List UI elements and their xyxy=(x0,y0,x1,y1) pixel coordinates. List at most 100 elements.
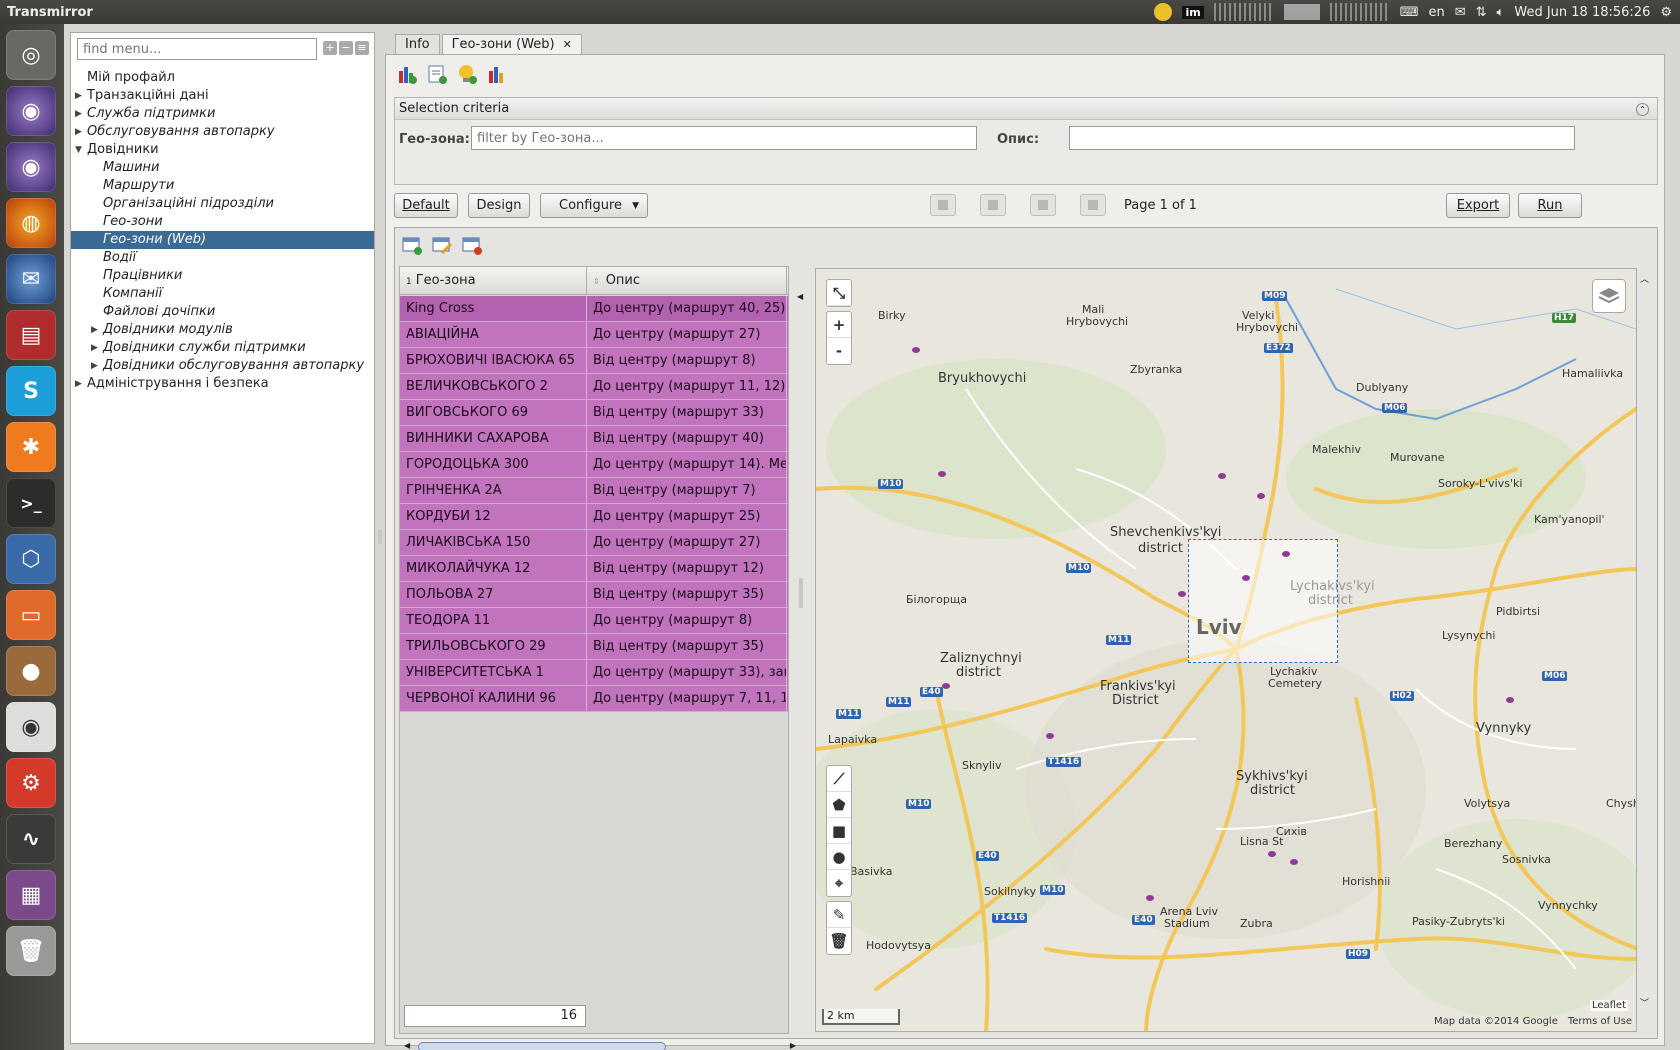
geozone-marker[interactable] xyxy=(1268,851,1276,857)
skype-icon[interactable]: S xyxy=(6,366,56,416)
collapsed-arrow-icon[interactable]: ▶ xyxy=(91,339,98,357)
workspaces-icon[interactable]: ▦ xyxy=(6,870,56,920)
edit-layers-icon[interactable]: ✎ xyxy=(827,902,851,928)
geozone-marker[interactable] xyxy=(1046,733,1054,739)
next-page-button[interactable] xyxy=(1030,194,1056,216)
last-page-button[interactable] xyxy=(1080,194,1106,216)
menu-item[interactable]: ▶ Транзакційні дані xyxy=(71,87,374,105)
menu-item[interactable]: ▶ Служба підтримки xyxy=(71,105,374,123)
acorn-icon[interactable]: ● xyxy=(6,646,56,696)
volume-icon[interactable]: 🔈︎ xyxy=(1497,5,1505,20)
marker-icon[interactable]: ⌖ xyxy=(827,870,851,896)
menu-item[interactable]: ▶ Довідники служби підтримки xyxy=(71,339,374,357)
menu-item[interactable]: Маршрути xyxy=(71,177,374,195)
asterisk-icon[interactable]: ✱ xyxy=(6,422,56,472)
menu-item[interactable]: Гео-зони xyxy=(71,213,374,231)
presentation-icon[interactable]: ▤ xyxy=(6,310,56,360)
geozone-marker[interactable] xyxy=(942,683,950,689)
collapsed-arrow-icon[interactable]: ▶ xyxy=(75,87,82,105)
mail-icon[interactable]: ✉ xyxy=(1455,5,1466,20)
settings-icon[interactable]: ⚙ xyxy=(6,758,56,808)
fullscreen-control[interactable]: ⤡ xyxy=(826,279,852,307)
geozone-marker[interactable] xyxy=(1506,697,1514,703)
menu-item[interactable]: Гео-зони (Web) xyxy=(71,231,374,249)
eclipse-icon[interactable]: ◉ xyxy=(6,142,56,192)
collapsed-arrow-icon[interactable]: ▶ xyxy=(75,123,82,141)
tab-info[interactable]: Info xyxy=(395,34,440,54)
rectangle-icon[interactable]: ■ xyxy=(827,818,851,844)
geozone-marker[interactable] xyxy=(1290,859,1298,865)
expand-all-button[interactable]: + xyxy=(323,41,337,55)
layers-icon[interactable] xyxy=(1592,279,1626,313)
table-row[interactable]: УНІВЕРСИТЕТСЬКА 1 До центру (маршрут 33),… xyxy=(400,660,788,686)
run-button[interactable]: Run xyxy=(1518,193,1582,218)
table-row[interactable]: БРЮХОВИЧІ ІВАСЮКА 65 Від центру (маршрут … xyxy=(400,348,788,374)
delete-row-icon[interactable] xyxy=(461,234,483,256)
map-scroll-down-icon[interactable]: ﹀ xyxy=(1640,996,1649,1009)
polygon-icon[interactable]: ⬟ xyxy=(827,792,851,818)
menu-item[interactable]: Працівники xyxy=(71,267,374,285)
menu-item[interactable]: Компанії xyxy=(71,285,374,303)
scroll-left-icon[interactable]: ◀ xyxy=(404,1041,410,1050)
datetime[interactable]: Wed Jun 18 18:56:26 xyxy=(1514,5,1650,20)
table-row[interactable]: ВЕЛИЧКОВСЬКОГО 2 До центру (маршрут 11, 1… xyxy=(400,374,788,400)
table-row[interactable]: ТЕОДОРА 11 До центру (маршрут 8) xyxy=(400,608,788,634)
geozone-marker[interactable] xyxy=(938,471,946,477)
gear-icon[interactable]: ⚙ xyxy=(1660,5,1672,20)
terminal-icon[interactable]: >_ xyxy=(6,478,56,528)
ubuntu-dash-icon[interactable]: ◎ xyxy=(6,30,56,80)
table-row[interactable]: King Cross До центру (маршрут 40, 25) xyxy=(400,296,788,322)
prev-page-button[interactable] xyxy=(980,194,1006,216)
map-view[interactable]: Birky Mali Hrybovychi Velyki Hrybovychi … xyxy=(815,268,1637,1032)
first-page-button[interactable] xyxy=(930,194,956,216)
menu-item[interactable]: ▶ Обслуговування автопарку xyxy=(71,123,374,141)
collapse-icon[interactable]: ⌃ xyxy=(1636,103,1649,116)
chart-icon[interactable] xyxy=(486,63,508,85)
geozone-marker[interactable] xyxy=(1242,575,1250,581)
keyboard-layout[interactable]: en xyxy=(1428,5,1444,20)
add-document-icon[interactable] xyxy=(426,63,448,85)
collapse-all-button[interactable]: − xyxy=(339,41,353,55)
menu-item[interactable]: ▶ Адміністрування і безпека xyxy=(71,375,374,393)
menu-item[interactable]: ▶ Довідники обслуговування автопарку xyxy=(71,357,374,375)
add-row-icon[interactable] xyxy=(401,234,423,256)
default-button[interactable]: Default xyxy=(394,193,458,218)
table-row[interactable]: ВИННИКИ САХАРОВА Від центру (маршрут 40) xyxy=(400,426,788,452)
keyboard-icon[interactable]: ⌨ xyxy=(1400,5,1419,20)
map-scroll-up-icon[interactable]: ︿ xyxy=(1640,272,1649,285)
collapse-left-icon[interactable]: ◀ xyxy=(797,292,803,301)
table-row[interactable]: ГРІНЧЕНКА 2А Від центру (маршрут 7) xyxy=(400,478,788,504)
tree-view-button[interactable]: ≡ xyxy=(355,41,369,55)
table-row[interactable]: МИКОЛАЙЧУКА 12 Від центру (маршрут 12) xyxy=(400,556,788,582)
new-report-icon[interactable] xyxy=(396,63,418,85)
table-row[interactable]: АВІАЦІЙНА До центру (маршрут 27) xyxy=(400,322,788,348)
criteria-header[interactable]: Selection criteria xyxy=(395,98,1657,120)
system-monitor-icon[interactable]: ∿ xyxy=(6,814,56,864)
edit-row-icon[interactable] xyxy=(431,234,453,256)
scroll-right-icon[interactable]: ▶ xyxy=(790,1041,796,1050)
geozone-marker[interactable] xyxy=(912,347,920,353)
menu-item[interactable]: ▶ Довідники модулів xyxy=(71,321,374,339)
thunderbird-icon[interactable]: ✉ xyxy=(6,254,56,304)
expanded-arrow-icon[interactable]: ▼ xyxy=(75,141,82,159)
horizontal-scrollbar[interactable]: ◀ ▶ xyxy=(404,1041,796,1050)
virtualbox-icon[interactable]: ⬡ xyxy=(6,534,56,584)
menu-item[interactable]: Водії xyxy=(71,249,374,267)
zoom-out-button[interactable]: - xyxy=(827,338,851,364)
menu-item[interactable]: Файлові дочіпки xyxy=(71,303,374,321)
export-button[interactable]: Export xyxy=(1446,193,1510,218)
table-row[interactable]: ЧЕРВОНОЇ КАЛИНИ 96 До центру (маршрут 7, … xyxy=(400,686,788,712)
delete-layers-icon[interactable]: 🗑︎ xyxy=(827,928,851,954)
clock-indicator-icon[interactable] xyxy=(1154,3,1173,21)
collapsed-arrow-icon[interactable]: ▶ xyxy=(91,357,98,375)
geozone-marker[interactable] xyxy=(1178,591,1186,597)
column-header-description[interactable]: ⇕ Опис xyxy=(587,267,787,295)
bulb-icon[interactable] xyxy=(456,63,478,85)
zoom-in-button[interactable]: + xyxy=(827,312,851,338)
trash-icon[interactable]: 🗑︎ xyxy=(6,926,56,976)
column-header-geozone[interactable]: 1 Гео-зона xyxy=(400,267,587,295)
table-map-splitter[interactable] xyxy=(799,578,803,608)
menu-item[interactable]: Машини xyxy=(71,159,374,177)
network-icon[interactable]: ⇅ xyxy=(1476,5,1487,20)
files-icon[interactable]: ▭ xyxy=(6,590,56,640)
